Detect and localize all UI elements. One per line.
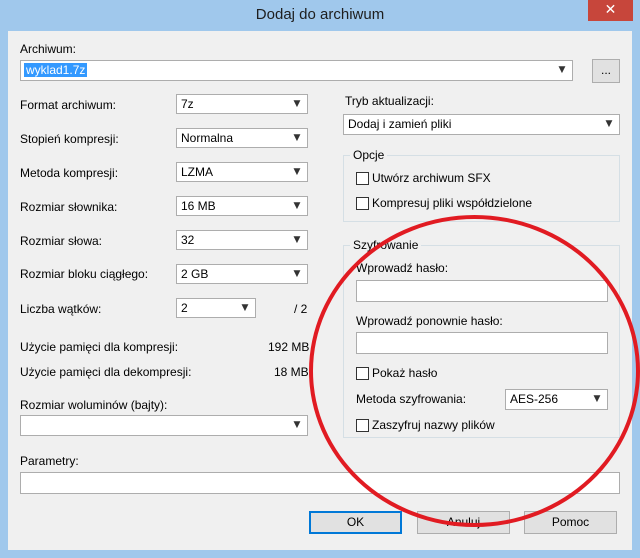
dict-value: 16 MB (181, 199, 216, 213)
solid-value: 2 GB (181, 267, 209, 281)
word-value: 32 (181, 233, 195, 247)
threads-label: Liczba wątków: (20, 302, 102, 316)
chevron-down-icon: ▼ (293, 201, 301, 211)
chevron-down-icon: ▼ (241, 303, 249, 313)
threads-select[interactable]: 2 ▼ (176, 298, 256, 318)
chevron-down-icon: ▼ (293, 167, 301, 177)
update-label: Tryb aktualizacji: (345, 94, 434, 108)
shared-files-label: Kompresuj pliki współdzielone (372, 196, 533, 210)
solid-label: Rozmiar bloku ciągłego: (20, 267, 149, 281)
title-bar: Dodaj do archiwum ✕ (0, 0, 640, 31)
annotation-circle (309, 215, 640, 527)
level-label: Stopień kompresji: (20, 132, 119, 146)
chevron-down-icon: ▼ (605, 119, 613, 129)
level-select[interactable]: Normalna ▼ (176, 128, 308, 148)
close-button[interactable]: ✕ (588, 0, 633, 21)
threads-max: / 2 (294, 302, 308, 316)
mem-decomp-value: 18 MB (274, 365, 309, 379)
sfx-label: Utwórz archiwum SFX (372, 171, 491, 185)
level-value: Normalna (181, 131, 234, 145)
ok-button[interactable]: OK (309, 511, 402, 534)
format-label: Format archiwum: (20, 98, 117, 112)
word-select[interactable]: 32 ▼ (176, 230, 308, 250)
word-label: Rozmiar słowa: (20, 234, 103, 248)
chevron-down-icon: ▼ (293, 133, 301, 143)
options-group: Opcje (343, 148, 620, 222)
dialog-window: Dodaj do archiwum ✕ Archiwum: wyklad1.7z… (0, 0, 640, 558)
archive-label: Archiwum: (20, 42, 77, 56)
method-label: Metoda kompresji: (20, 166, 119, 180)
window-title: Dodaj do archiwum (255, 6, 385, 23)
update-select[interactable]: Dodaj i zamień pliki ▼ (343, 114, 620, 135)
chevron-down-icon: ▼ (293, 420, 301, 430)
chevron-down-icon: ▼ (293, 235, 301, 245)
dialog-client: Archiwum: wyklad1.7z ▼ ... Format archiw… (8, 31, 640, 550)
dict-select[interactable]: 16 MB ▼ (176, 196, 308, 216)
mem-comp-value: 192 MB (268, 340, 310, 354)
close-icon: ✕ (604, 2, 617, 18)
format-value: 7z (181, 97, 194, 111)
options-title: Opcje (350, 148, 388, 162)
archive-name-value: wyklad1.7z (24, 63, 88, 77)
shared-files-checkbox[interactable] (356, 197, 369, 210)
update-value: Dodaj i zamień pliki (348, 117, 452, 131)
format-select[interactable]: 7z ▼ (176, 94, 308, 114)
chevron-down-icon: ▼ (293, 99, 301, 109)
solid-select[interactable]: 2 GB ▼ (176, 264, 308, 284)
threads-value: 2 (181, 301, 188, 315)
mem-decomp-label: Użycie pamięci dla dekompresji: (20, 365, 192, 379)
volumes-label: Rozmiar woluminów (bajty): (20, 398, 168, 412)
dict-label: Rozmiar słownika: (20, 200, 118, 214)
chevron-down-icon: ▼ (293, 269, 301, 279)
method-select[interactable]: LZMA ▼ (176, 162, 308, 182)
mem-comp-label: Użycie pamięci dla kompresji: (20, 340, 179, 354)
sfx-checkbox[interactable] (356, 172, 369, 185)
method-value: LZMA (181, 165, 214, 179)
chevron-down-icon: ▼ (558, 65, 566, 75)
browse-button[interactable]: ... (592, 59, 620, 83)
params-label: Parametry: (20, 454, 79, 468)
volumes-combo[interactable]: ▼ (20, 415, 308, 436)
archive-name-combo[interactable]: wyklad1.7z ▼ (20, 60, 573, 81)
